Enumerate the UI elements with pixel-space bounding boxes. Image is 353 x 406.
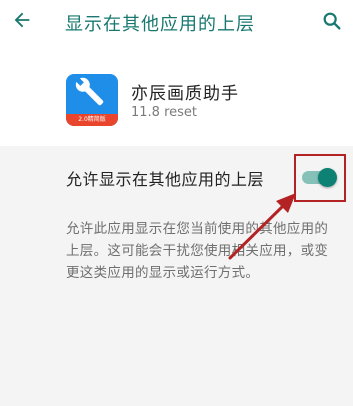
- overlay-permission-label: 允许显示在其他应用的上层: [66, 170, 265, 189]
- app-version: 11.8 reset: [131, 105, 198, 120]
- app-icon: 2.0精简版: [66, 74, 118, 126]
- search-icon: [323, 12, 341, 30]
- search-button[interactable]: [318, 7, 346, 35]
- app-header: 2.0精简版 亦辰画质助手 11.8 reset: [0, 46, 353, 146]
- back-button[interactable]: [8, 6, 36, 34]
- arrow-left-icon: [14, 12, 30, 28]
- app-icon-banner: 2.0精简版: [66, 114, 118, 126]
- settings-panel: 允许显示在其他应用的上层 允许此应用显示在您当前使用的其他应用的上层。这可能会干…: [0, 146, 353, 406]
- toolbar: 显示在其他应用的上层: [0, 0, 353, 46]
- overlay-permission-row[interactable]: 允许显示在其他应用的上层: [0, 146, 353, 206]
- overlay-permission-description: 允许此应用显示在您当前使用的其他应用的上层。这可能会干扰您使用相关应用，或变更这…: [66, 221, 329, 281]
- wrench-icon: [75, 77, 104, 106]
- app-name: 亦辰画质助手: [131, 84, 239, 104]
- toggle-thumb: [318, 168, 337, 187]
- screen: 显示在其他应用的上层 2.0精简版 亦辰画质助手 11.8 reset 允许显示…: [0, 0, 353, 406]
- page-title: 显示在其他应用的上层: [65, 14, 255, 35]
- overlay-permission-toggle[interactable]: [300, 168, 338, 187]
